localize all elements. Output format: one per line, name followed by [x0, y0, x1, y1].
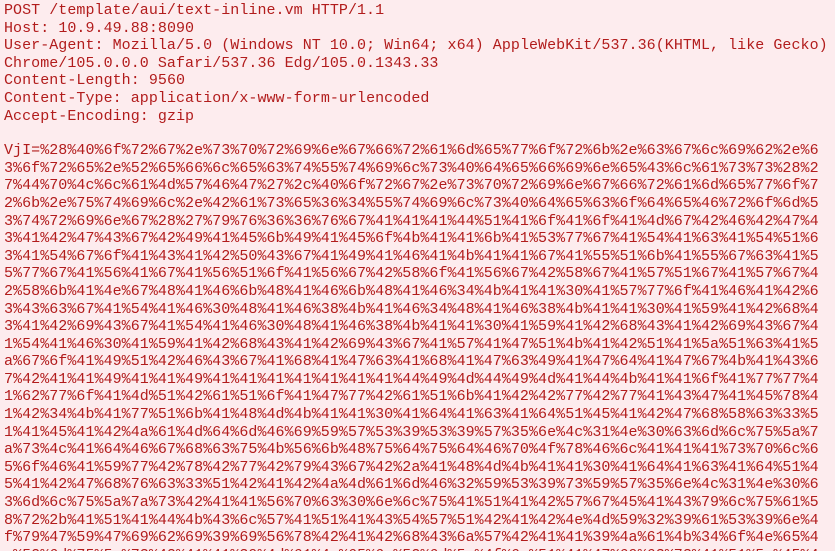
request-body: VjI=%28%40%6f%72%67%2e%73%70%72%69%6e%67…: [4, 142, 831, 551]
header-content-type: Content-Type: application/x-www-form-url…: [4, 90, 831, 108]
header-accept-encoding: Accept-Encoding: gzip: [4, 108, 831, 126]
http-headers-block: POST /template/aui/text-inline.vm HTTP/1…: [4, 2, 831, 125]
header-content-length: Content-Length: 9560: [4, 72, 831, 90]
request-line: POST /template/aui/text-inline.vm HTTP/1…: [4, 2, 831, 20]
header-host: Host: 10.9.49.88:8090: [4, 20, 831, 38]
header-user-agent: User-Agent: Mozilla/5.0 (Windows NT 10.0…: [4, 37, 831, 72]
